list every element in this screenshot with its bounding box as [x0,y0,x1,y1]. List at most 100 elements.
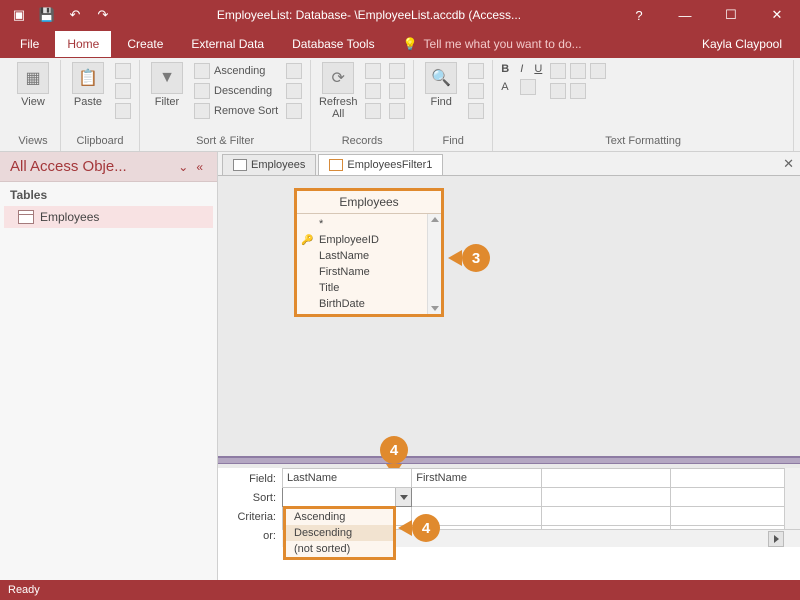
tab-external-data[interactable]: External Data [179,31,276,57]
cell-sort-3[interactable] [541,488,670,507]
grid-vertical-scrollbar[interactable] [784,468,800,529]
cell-sort-2[interactable] [412,488,541,507]
group-label-clipboard: Clipboard [67,133,133,149]
menu-bar: File Home Create External Data Database … [0,30,800,58]
sort-option-ascending[interactable]: Ascending [286,509,393,525]
cell-criteria-4[interactable] [670,507,799,526]
scissors-icon [115,63,131,79]
bold-icon[interactable]: B [501,63,509,75]
user-name[interactable]: Kayla Claypool [702,37,792,51]
tab-file[interactable]: File [8,31,51,57]
format-painter-button[interactable] [113,102,133,120]
cell-field-4[interactable] [670,469,799,488]
remove-sort-icon [194,103,210,119]
help-icon[interactable]: ? [616,0,662,30]
sigma-icon [389,63,405,79]
descending-button[interactable]: Descending [192,82,280,100]
sort-option-not-sorted[interactable]: (not sorted) [286,541,393,557]
nav-section-tables[interactable]: Tables [0,182,217,204]
tab-employees[interactable]: Employees [222,154,316,175]
query-design-canvas[interactable]: Employees * EmployeeID LastName FirstNam… [218,176,800,580]
tab-employees-filter[interactable]: EmployeesFilter1 [318,154,443,175]
field-list-scrollbar[interactable] [427,214,441,314]
quick-access-toolbar: ▣ 💾 ↶ ↷ [0,4,122,26]
label-sort: Sort: [218,490,282,509]
group-label-find: Find [420,133,486,149]
maximize-icon[interactable]: ☐ [708,0,754,30]
advanced-button[interactable] [284,82,304,100]
chevron-down-icon[interactable]: ⌄ [174,160,192,174]
field-list-title: Employees [297,191,441,214]
datasheet-icon: ▦ [17,62,49,94]
minimize-icon[interactable]: ― [662,0,708,30]
ribbon-group-sort-filter: ▼Filter Ascending Descending Remove Sort… [140,60,311,151]
cell-field-1[interactable]: LastName [283,469,412,488]
save-icon[interactable]: 💾 [36,4,58,26]
close-tab-icon[interactable]: ✕ [783,156,794,172]
nav-header[interactable]: All Access Obje... ⌄ « [0,152,217,182]
underline-icon[interactable]: U [534,63,542,75]
cell-field-2[interactable]: FirstName [412,469,541,488]
sort-desc-icon [194,83,210,99]
ribbon-group-clipboard: 📋Paste Clipboard [61,60,140,151]
sort-dropdown[interactable]: Ascending Descending (not sorted) [283,506,396,560]
gridlines-icon[interactable] [550,83,566,99]
filter-button[interactable]: ▼Filter [146,62,188,108]
cell-sort-4[interactable] [670,488,799,507]
align-center-icon[interactable] [570,63,586,79]
redo-icon[interactable]: ↷ [92,4,114,26]
selection-button[interactable] [284,62,304,80]
tab-create[interactable]: Create [115,31,175,57]
cell-sort-1[interactable] [283,488,412,507]
undo-icon[interactable]: ↶ [64,4,86,26]
field-birthdate[interactable]: BirthDate [297,296,441,312]
save-record-button[interactable] [363,82,383,100]
goto-button[interactable] [466,82,486,100]
document-tabs: Employees EmployeesFilter1 ✕ [218,152,800,176]
pane-splitter[interactable] [218,456,800,464]
field-star[interactable]: * [297,216,441,232]
collapse-icon[interactable]: « [192,160,207,174]
new-record-button[interactable] [363,62,383,80]
remove-sort-button[interactable]: Remove Sort [192,102,280,120]
italic-icon[interactable]: I [520,63,523,75]
dropdown-arrow-icon[interactable] [395,488,411,506]
title-bar: ▣ 💾 ↶ ↷ EmployeeList: Database- \Employe… [0,0,800,30]
paste-button[interactable]: 📋Paste [67,62,109,108]
more-button[interactable] [387,102,407,120]
binoculars-icon: 🔍 [425,62,457,94]
cut-button[interactable] [113,62,133,80]
navigation-pane: All Access Obje... ⌄ « Tables Employees [0,152,218,580]
view-button[interactable]: ▦View [12,62,54,108]
tell-me[interactable]: 💡Tell me what you want to do... [391,37,698,51]
cell-field-3[interactable] [541,469,670,488]
scroll-right-icon[interactable] [768,531,784,547]
sort-option-descending[interactable]: Descending [286,525,393,541]
label-field: Field: [218,471,282,490]
totals-button[interactable] [387,62,407,80]
refresh-all-button[interactable]: ⟳Refresh All [317,62,359,120]
close-icon[interactable]: ✕ [754,0,800,30]
nav-item-employees[interactable]: Employees [4,206,213,228]
align-left-icon[interactable] [550,63,566,79]
ascending-button[interactable]: Ascending [192,62,280,80]
replace-button[interactable] [466,62,486,80]
field-list-employees[interactable]: Employees * EmployeeID LastName FirstNam… [294,188,444,317]
spelling-button[interactable] [387,82,407,100]
field-employeeid[interactable]: EmployeeID [297,232,441,248]
tab-home[interactable]: Home [55,31,111,57]
font-color-icon[interactable]: A [501,81,508,93]
cell-criteria-3[interactable] [541,507,670,526]
fill-color-icon[interactable] [520,79,536,95]
copy-button[interactable] [113,82,133,100]
find-button[interactable]: 🔍Find [420,62,462,108]
tab-database-tools[interactable]: Database Tools [280,31,387,57]
delete-record-button[interactable] [363,102,383,120]
field-firstname[interactable]: FirstName [297,264,441,280]
field-title[interactable]: Title [297,280,441,296]
alt-row-icon[interactable] [570,83,586,99]
field-lastname[interactable]: LastName [297,248,441,264]
toggle-filter-button[interactable] [284,102,304,120]
select-button[interactable] [466,102,486,120]
align-right-icon[interactable] [590,63,606,79]
